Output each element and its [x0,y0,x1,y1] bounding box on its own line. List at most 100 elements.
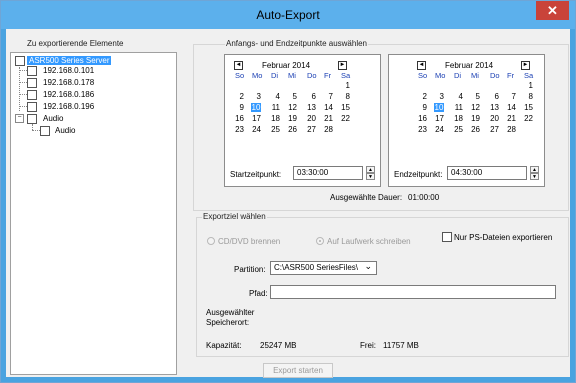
calendar-day[interactable]: 7 [324,92,333,101]
calendar-day[interactable]: 19 [288,114,297,123]
calendar-day[interactable]: 12 [471,103,480,112]
close-button[interactable]: ✕ [536,1,569,20]
end-time-down-button[interactable]: ▼ [530,173,539,180]
end-time-up-button[interactable]: ▲ [530,166,539,173]
element-tree[interactable]: ASR500 Series Server 192.168.0.101 192.1… [10,52,177,375]
calendar-day[interactable]: 24 [435,125,444,134]
drive-radio[interactable] [316,237,324,245]
start-time-up-button[interactable]: ▲ [366,166,375,173]
storage-label-line1: Ausgewählter [206,308,255,317]
calendar-day[interactable]: 13 [307,103,316,112]
ip-checkbox[interactable] [27,102,37,112]
tree-line [19,82,27,83]
free-label: Frei: [360,341,376,350]
chevron-down-icon: ⌄ [364,261,372,271]
calendar-day[interactable]: 17 [435,114,444,123]
calendar-day[interactable]: 6 [307,92,316,101]
partition-select[interactable]: C:\ASR500 SeriesFiles\ ⌄ [270,261,377,275]
weekday-label: Sa [524,71,534,80]
calendar-day[interactable]: 22 [524,114,533,123]
start-time-input[interactable]: 03:30:00 [293,166,363,180]
calendar-day[interactable]: 20 [307,114,316,123]
calendar-day[interactable]: 28 [324,125,333,134]
calendar-day[interactable]: 2 [235,92,244,101]
next-month-icon[interactable]: ► [521,61,530,70]
calendar-day[interactable]: 14 [507,103,516,112]
partition-label: Partition: [234,265,266,274]
calendar-day[interactable]: 12 [288,103,297,112]
calendar-day[interactable]: 1 [524,81,533,90]
ps-only-checkbox[interactable] [442,232,452,242]
tree-node-audio[interactable]: Audio [43,113,63,124]
collapse-icon[interactable]: − [15,114,24,123]
end-calendar[interactable]: ◄ Februar 2014 ► So Mo Di Mi Do Fr Sa 1 2 3 4 5 6 7 8 9… [416,60,544,135]
calendar-day[interactable]: 27 [490,125,499,134]
calendar-day[interactable]: 21 [507,114,516,123]
cd-dvd-radio[interactable] [207,237,215,245]
next-month-icon[interactable]: ► [338,61,347,70]
prev-month-icon[interactable]: ◄ [234,61,243,70]
calendar-day[interactable]: 26 [471,125,480,134]
calendar-day[interactable]: 19 [471,114,480,123]
calendar-day[interactable]: 5 [288,92,297,101]
tree-node-root[interactable]: ASR500 Series Server [27,56,112,65]
calendar-day[interactable]: 10 [251,103,261,112]
calendar-day[interactable]: 24 [252,125,261,134]
calendar-day[interactable]: 26 [288,125,297,134]
path-input[interactable] [270,285,556,299]
calendar-day[interactable]: 16 [235,114,244,123]
calendar-day[interactable]: 11 [271,103,280,112]
tree-node-audio-child[interactable]: Audio [55,125,75,136]
calendar-day[interactable]: 20 [490,114,499,123]
tree-node-ip[interactable]: 192.168.0.186 [43,89,94,100]
calendar-day[interactable]: 9 [235,103,244,112]
calendar-day[interactable]: 25 [271,125,280,134]
calendar-day[interactable]: 8 [341,92,350,101]
calendar-day[interactable]: 23 [418,125,427,134]
calendar-day[interactable]: 6 [490,92,499,101]
tree-node-ip[interactable]: 192.168.0.196 [43,101,94,112]
ip-checkbox[interactable] [27,90,37,100]
tree-node-ip[interactable]: 192.168.0.178 [43,77,94,88]
calendar-day[interactable]: 10 [434,103,444,112]
calendar-day[interactable]: 2 [418,92,427,101]
tree-line [19,106,27,107]
calendar-day[interactable]: 4 [271,92,280,101]
ip-checkbox[interactable] [27,78,37,88]
calendar-day[interactable]: 18 [271,114,280,123]
export-start-button[interactable]: Export starten [263,363,333,378]
calendar-day[interactable]: 27 [307,125,316,134]
tree-node-ip[interactable]: 192.168.0.101 [43,65,94,76]
start-time-down-button[interactable]: ▼ [366,173,375,180]
calendar-day[interactable]: 3 [252,92,261,101]
calendar-day[interactable]: 22 [341,114,350,123]
title-bar: Auto-Export ✕ [1,1,575,29]
root-checkbox[interactable] [15,56,25,66]
calendar-day[interactable]: 8 [524,92,533,101]
calendar-day[interactable]: 5 [471,92,480,101]
start-calendar[interactable]: ◄ Februar 2014 ► So Mo Di Mi Do Fr Sa 1 2 3 4 5 6 7 8 9… [233,60,361,135]
calendar-day[interactable]: 3 [435,92,444,101]
calendar-day[interactable]: 16 [418,114,427,123]
ip-checkbox[interactable] [27,66,37,76]
prev-month-icon[interactable]: ◄ [417,61,426,70]
calendar-day[interactable]: 7 [507,92,516,101]
calendar-day[interactable]: 25 [454,125,463,134]
calendar-day[interactable]: 9 [418,103,427,112]
calendar-day[interactable]: 11 [454,103,463,112]
calendar-day[interactable]: 21 [324,114,333,123]
calendar-day[interactable]: 4 [454,92,463,101]
calendar-day[interactable]: 18 [454,114,463,123]
calendar-day[interactable]: 13 [490,103,499,112]
calendar-day[interactable]: 17 [252,114,261,123]
audio-checkbox[interactable] [27,114,37,124]
calendar-day[interactable]: 1 [341,81,350,90]
audio-child-checkbox[interactable] [40,126,50,136]
calendar-day[interactable]: 14 [324,103,333,112]
calendar-day[interactable]: 15 [524,103,533,112]
calendar-day[interactable]: 23 [235,125,244,134]
calendar-day[interactable]: 28 [507,125,516,134]
weekday-label: Mo [252,71,263,80]
end-time-input[interactable]: 04:30:00 [447,166,527,180]
calendar-day[interactable]: 15 [341,103,350,112]
